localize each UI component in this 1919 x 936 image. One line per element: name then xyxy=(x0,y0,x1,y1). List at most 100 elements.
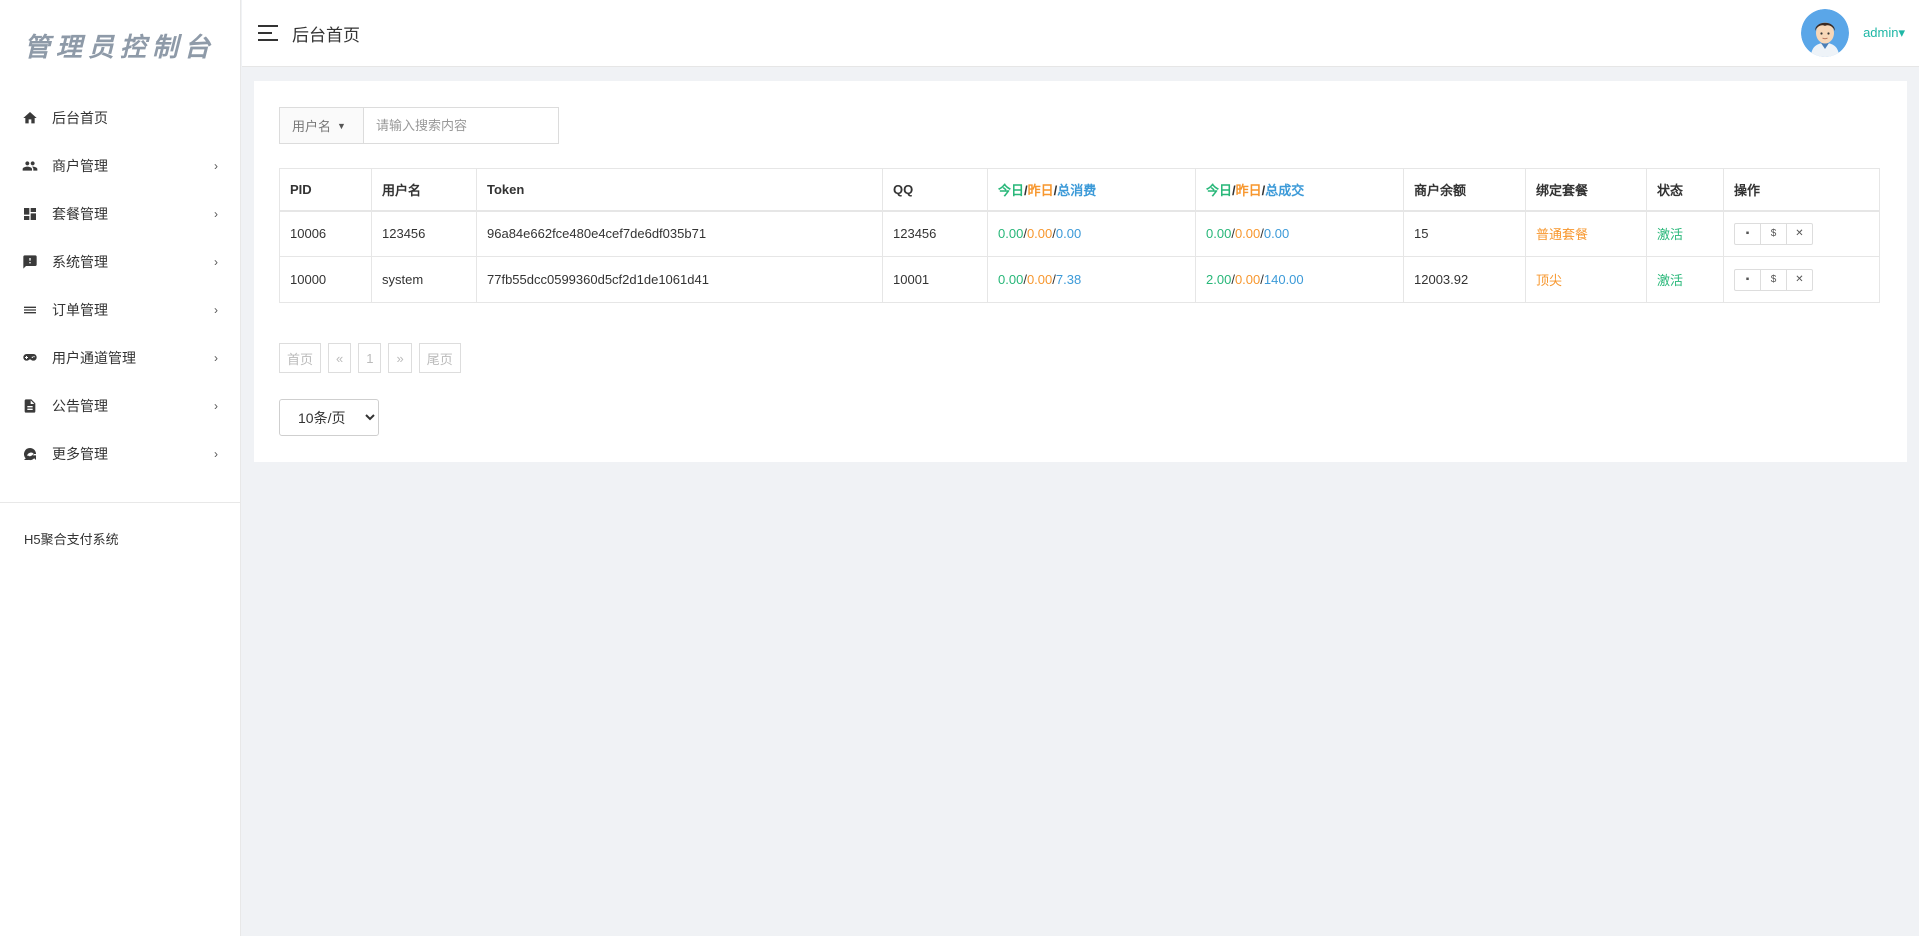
header-total-deal: 总成交 xyxy=(1265,182,1305,198)
logo: 管理员控制台 xyxy=(0,0,240,90)
sidebar-item-label: 公告管理 xyxy=(52,398,108,414)
value-today: 2.00 xyxy=(1206,272,1232,287)
value-yesterday: 0.00 xyxy=(1026,272,1053,287)
value-today: 0.00 xyxy=(998,272,1024,287)
delete-button[interactable]: ✕ xyxy=(1786,268,1813,291)
user-menu-dropdown[interactable]: admin▾ xyxy=(1863,25,1905,41)
gamepad-icon xyxy=(22,350,38,366)
sidebar-item-label: 后台首页 xyxy=(52,110,108,126)
last-page-button[interactable]: 尾页 xyxy=(418,343,461,373)
menu-toggle-icon[interactable] xyxy=(258,25,280,41)
chevron-right-icon: › xyxy=(214,303,218,317)
users-icon xyxy=(22,158,38,174)
value-total: 0.00 xyxy=(1263,226,1290,242)
cell-pid: 10006 xyxy=(279,210,372,257)
cell-actions: ▪ $ ✕ xyxy=(1723,210,1880,257)
header-yesterday: 昨日 xyxy=(1027,182,1054,198)
value-yesterday: 0.00 xyxy=(1234,272,1261,287)
cell-status: 激活 xyxy=(1646,256,1724,303)
header-today: 今日 xyxy=(998,182,1025,198)
caret-down-icon: ▼ xyxy=(337,120,346,131)
sidebar-item-home[interactable]: 后台首页 xyxy=(0,94,240,142)
header-yesterday: 昨日 xyxy=(1235,182,1262,198)
col-token: Token xyxy=(476,168,883,212)
action-button-group: ▪ $ ✕ xyxy=(1734,222,1869,245)
col-username: 用户名 xyxy=(371,168,477,212)
chevron-right-icon: › xyxy=(214,159,218,173)
sidebar-menu: 后台首页 商户管理 › 套餐管理 › 系统管理 › 订单管理 › 用户通道管理 … xyxy=(0,90,240,478)
balance-button[interactable]: $ xyxy=(1760,268,1787,291)
col-package: 绑定套餐 xyxy=(1525,168,1647,212)
cell-actions: ▪ $ ✕ xyxy=(1723,256,1880,303)
cell-balance: 15 xyxy=(1403,210,1526,257)
cell-qq: 10001 xyxy=(882,256,988,303)
chevron-right-icon: › xyxy=(214,351,218,365)
document-icon xyxy=(22,398,38,414)
list-icon xyxy=(22,302,38,318)
sidebar-item-more[interactable]: 更多管理 › xyxy=(0,430,240,478)
main-card: 用户名 ▼ PID 用户名 Token QQ 今日/昨日/总消费 今日/昨日/总… xyxy=(254,81,1907,462)
user-area: admin▾ xyxy=(1801,9,1905,57)
col-deal: 今日/昨日/总成交 xyxy=(1195,168,1404,212)
col-actions: 操作 xyxy=(1723,168,1880,212)
message-button[interactable]: ▪ xyxy=(1734,222,1761,245)
search-field-select[interactable]: 用户名 ▼ xyxy=(279,107,363,144)
cell-username: system xyxy=(371,256,477,303)
first-page-button[interactable]: 首页 xyxy=(279,343,322,373)
col-qq: QQ xyxy=(882,168,988,212)
search-bar: 用户名 ▼ xyxy=(279,107,559,144)
next-page-button[interactable]: » xyxy=(388,343,412,373)
cell-username: 123456 xyxy=(371,210,477,257)
cell-qq: 123456 xyxy=(882,210,988,257)
sidebar: 管理员控制台 后台首页 商户管理 › 套餐管理 › 系统管理 › 订单管理 › xyxy=(0,0,241,936)
sidebar-item-system[interactable]: 系统管理 › xyxy=(0,238,240,286)
search-field-label: 用户名 xyxy=(292,119,332,134)
sidebar-item-notices[interactable]: 公告管理 › xyxy=(0,382,240,430)
cell-token: 96a84e662fce480e4cef7de6df035b71 xyxy=(476,210,883,257)
col-balance: 商户余额 xyxy=(1403,168,1526,212)
home-icon xyxy=(22,110,38,126)
value-yesterday: 0.00 xyxy=(1234,226,1261,242)
cell-balance: 12003.92 xyxy=(1403,256,1526,303)
pagination: 首页 « 1 » 尾页 xyxy=(279,343,468,373)
feedback-icon xyxy=(22,254,38,270)
prev-page-button[interactable]: « xyxy=(328,343,352,373)
sidebar-item-channels[interactable]: 用户通道管理 › xyxy=(0,334,240,382)
sidebar-item-label: 更多管理 xyxy=(52,446,108,462)
cell-deal: 2.00/0.00/140.00 xyxy=(1195,256,1404,303)
page-size-select[interactable]: 10条/页 xyxy=(279,399,379,436)
page-number-button[interactable]: 1 xyxy=(358,343,382,373)
chevron-right-icon: › xyxy=(214,255,218,269)
delete-button[interactable]: ✕ xyxy=(1786,222,1813,245)
sidebar-item-label: 用户通道管理 xyxy=(52,350,136,366)
sidebar-item-label: 套餐管理 xyxy=(52,206,108,222)
search-input[interactable] xyxy=(363,107,559,144)
col-pid: PID xyxy=(279,168,372,212)
cell-pid: 10000 xyxy=(279,256,372,303)
avatar[interactable] xyxy=(1801,9,1850,57)
table-row: 10006 123456 96a84e662fce480e4cef7de6df0… xyxy=(279,210,1880,257)
merchant-table: PID 用户名 Token QQ 今日/昨日/总消费 今日/昨日/总成交 商户余… xyxy=(279,168,1880,303)
sidebar-item-packages[interactable]: 套餐管理 › xyxy=(0,190,240,238)
sidebar-item-orders[interactable]: 订单管理 › xyxy=(0,286,240,334)
action-button-group: ▪ $ ✕ xyxy=(1734,268,1869,291)
cell-package: 普通套餐 xyxy=(1525,210,1647,257)
more-icon xyxy=(22,446,38,462)
chevron-right-icon: › xyxy=(214,399,218,413)
header-total-consume: 总消费 xyxy=(1057,182,1097,198)
logo-text: 管理员控制台 xyxy=(23,32,216,63)
col-status: 状态 xyxy=(1646,168,1724,212)
balance-button[interactable]: $ xyxy=(1760,222,1787,245)
col-consume: 今日/昨日/总消费 xyxy=(987,168,1196,212)
sidebar-item-merchants[interactable]: 商户管理 › xyxy=(0,142,240,190)
header-today: 今日 xyxy=(1206,182,1233,198)
sidebar-item-label: 系统管理 xyxy=(52,254,108,270)
value-today: 0.00 xyxy=(998,226,1024,242)
cell-deal: 0.00/0.00/0.00 xyxy=(1195,210,1404,257)
sidebar-footer: H5聚合支付系统 xyxy=(24,532,119,547)
cell-token: 77fb55dcc0599360d5cf2d1de1061d41 xyxy=(476,256,883,303)
message-button[interactable]: ▪ xyxy=(1734,268,1761,291)
page-title: 后台首页 xyxy=(292,25,360,45)
top-header: 后台首页 admin▾ xyxy=(242,0,1919,67)
value-total: 140.00 xyxy=(1263,272,1304,287)
